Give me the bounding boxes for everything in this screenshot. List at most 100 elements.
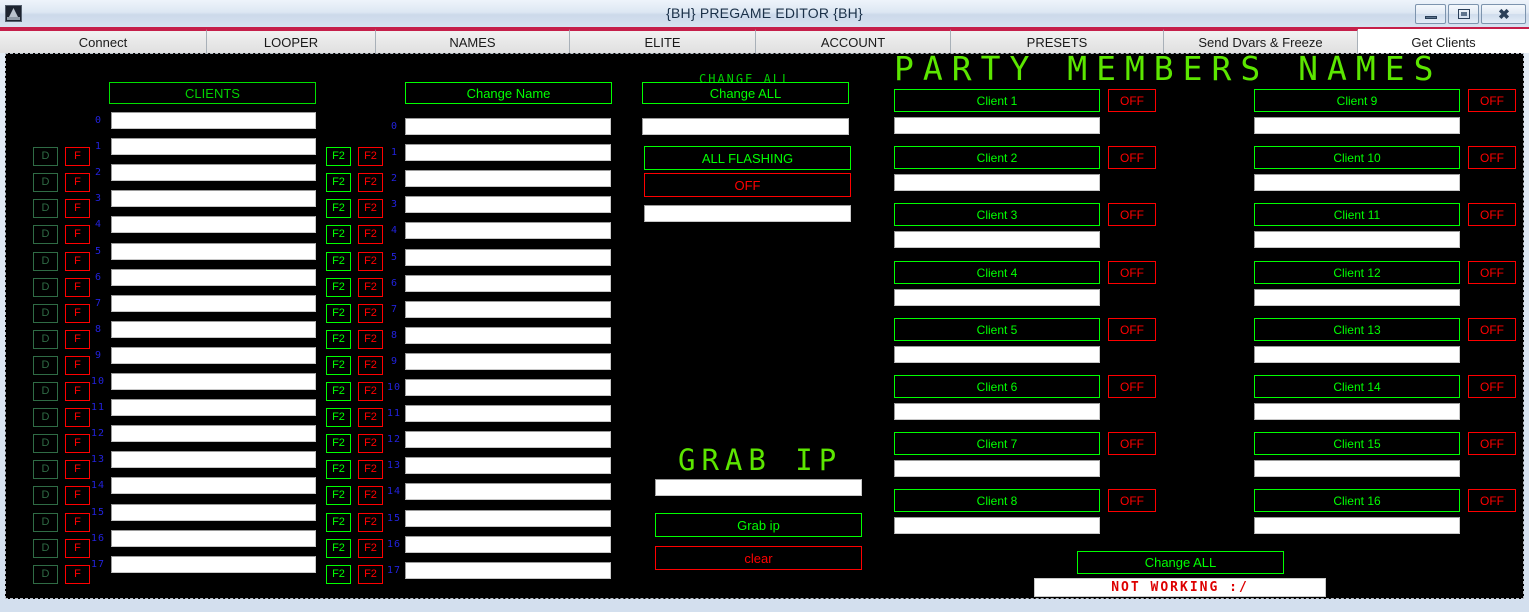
client-f2-red-button[interactable]: F2 (358, 513, 383, 532)
client-name-input[interactable] (111, 190, 316, 207)
party-client-toggle[interactable]: OFF (1108, 375, 1156, 398)
maximize-button[interactable] (1448, 4, 1479, 24)
party-client-name-input[interactable] (1254, 117, 1460, 134)
client-d-button[interactable]: D (33, 225, 58, 244)
client-f-button[interactable]: F (65, 252, 90, 271)
party-client-toggle[interactable]: OFF (1108, 489, 1156, 512)
client-name-input[interactable] (111, 530, 316, 547)
client-f2-green-button[interactable]: F2 (326, 486, 351, 505)
client-f-button[interactable]: F (65, 173, 90, 192)
client-f-button[interactable]: F (65, 486, 90, 505)
client-f2-red-button[interactable]: F2 (358, 486, 383, 505)
client-f-button[interactable]: F (65, 382, 90, 401)
client-f-button[interactable]: F (65, 565, 90, 584)
client-name-input[interactable] (111, 556, 316, 573)
party-client-button[interactable]: Client 6 (894, 375, 1100, 398)
tab-send-dvars-freeze[interactable]: Send Dvars & Freeze (1164, 29, 1358, 53)
client-name-input[interactable] (111, 477, 316, 494)
client-f2-red-button[interactable]: F2 (358, 199, 383, 218)
client-f2-green-button[interactable]: F2 (326, 199, 351, 218)
client-name-input[interactable] (111, 399, 316, 416)
party-client-toggle[interactable]: OFF (1468, 489, 1516, 512)
client-f2-green-button[interactable]: F2 (326, 565, 351, 584)
change-name-input[interactable] (405, 353, 611, 370)
party-client-name-input[interactable] (1254, 289, 1460, 306)
party-client-name-input[interactable] (1254, 231, 1460, 248)
party-client-button[interactable]: Client 15 (1254, 432, 1460, 455)
client-f2-green-button[interactable]: F2 (326, 252, 351, 271)
change-name-input[interactable] (405, 431, 611, 448)
client-f2-red-button[interactable]: F2 (358, 330, 383, 349)
party-client-button[interactable]: Client 5 (894, 318, 1100, 341)
change-name-input[interactable] (405, 196, 611, 213)
party-client-button[interactable]: Client 11 (1254, 203, 1460, 226)
client-f2-red-button[interactable]: F2 (358, 434, 383, 453)
change-name-input[interactable] (405, 275, 611, 292)
client-f2-red-button[interactable]: F2 (358, 225, 383, 244)
client-name-input[interactable] (111, 451, 316, 468)
client-name-input[interactable] (111, 504, 316, 521)
party-client-name-input[interactable] (894, 289, 1100, 306)
client-f2-green-button[interactable]: F2 (326, 173, 351, 192)
client-d-button[interactable]: D (33, 356, 58, 375)
party-client-button[interactable]: Client 10 (1254, 146, 1460, 169)
party-client-button[interactable]: Client 16 (1254, 489, 1460, 512)
tab-presets[interactable]: PRESETS (951, 29, 1164, 53)
client-f-button[interactable]: F (65, 513, 90, 532)
client-d-button[interactable]: D (33, 173, 58, 192)
party-client-toggle[interactable]: OFF (1108, 146, 1156, 169)
client-name-input[interactable] (111, 321, 316, 338)
client-f2-green-button[interactable]: F2 (326, 513, 351, 532)
client-f2-red-button[interactable]: F2 (358, 147, 383, 166)
client-f2-green-button[interactable]: F2 (326, 330, 351, 349)
client-name-input[interactable] (111, 112, 316, 129)
party-client-button[interactable]: Client 13 (1254, 318, 1460, 341)
clear-ip-button[interactable]: clear (655, 546, 862, 570)
all-flashing-off-button[interactable]: OFF (644, 173, 851, 197)
client-f2-green-button[interactable]: F2 (326, 460, 351, 479)
change-name-input[interactable] (405, 562, 611, 579)
party-client-button[interactable]: Client 7 (894, 432, 1100, 455)
client-d-button[interactable]: D (33, 147, 58, 166)
party-client-toggle[interactable]: OFF (1468, 146, 1516, 169)
close-button[interactable]: ✖ (1481, 4, 1526, 24)
party-client-name-input[interactable] (894, 346, 1100, 363)
client-f2-red-button[interactable]: F2 (358, 356, 383, 375)
client-f2-red-button[interactable]: F2 (358, 252, 383, 271)
client-d-button[interactable]: D (33, 460, 58, 479)
party-client-toggle[interactable]: OFF (1468, 318, 1516, 341)
change-name-input[interactable] (405, 222, 611, 239)
party-client-button[interactable]: Client 3 (894, 203, 1100, 226)
party-client-name-input[interactable] (894, 460, 1100, 477)
party-client-toggle[interactable]: OFF (1468, 203, 1516, 226)
party-client-name-input[interactable] (894, 231, 1100, 248)
tab-account[interactable]: ACCOUNT (756, 29, 951, 53)
party-client-name-input[interactable] (894, 117, 1100, 134)
party-client-toggle[interactable]: OFF (1108, 318, 1156, 341)
client-d-button[interactable]: D (33, 408, 58, 427)
party-client-toggle[interactable]: OFF (1468, 375, 1516, 398)
client-name-input[interactable] (111, 138, 316, 155)
party-client-toggle[interactable]: OFF (1108, 432, 1156, 455)
client-d-button[interactable]: D (33, 565, 58, 584)
change-name-input[interactable] (405, 379, 611, 396)
change-all-name-input[interactable] (642, 118, 849, 135)
party-client-toggle[interactable]: OFF (1468, 432, 1516, 455)
party-client-toggle[interactable]: OFF (1108, 89, 1156, 112)
party-client-button[interactable]: Client 12 (1254, 261, 1460, 284)
tab-connect[interactable]: Connect (0, 29, 207, 53)
client-f-button[interactable]: F (65, 330, 90, 349)
client-f2-red-button[interactable]: F2 (358, 382, 383, 401)
client-f2-red-button[interactable]: F2 (358, 460, 383, 479)
client-d-button[interactable]: D (33, 199, 58, 218)
party-client-toggle[interactable]: OFF (1108, 261, 1156, 284)
client-f2-red-button[interactable]: F2 (358, 565, 383, 584)
party-client-toggle[interactable]: OFF (1468, 261, 1516, 284)
party-client-name-input[interactable] (1254, 174, 1460, 191)
grab-ip-button[interactable]: Grab ip (655, 513, 862, 537)
tab-names[interactable]: NAMES (376, 29, 570, 53)
client-d-button[interactable]: D (33, 278, 58, 297)
client-f-button[interactable]: F (65, 147, 90, 166)
client-f2-green-button[interactable]: F2 (326, 278, 351, 297)
client-name-input[interactable] (111, 164, 316, 181)
